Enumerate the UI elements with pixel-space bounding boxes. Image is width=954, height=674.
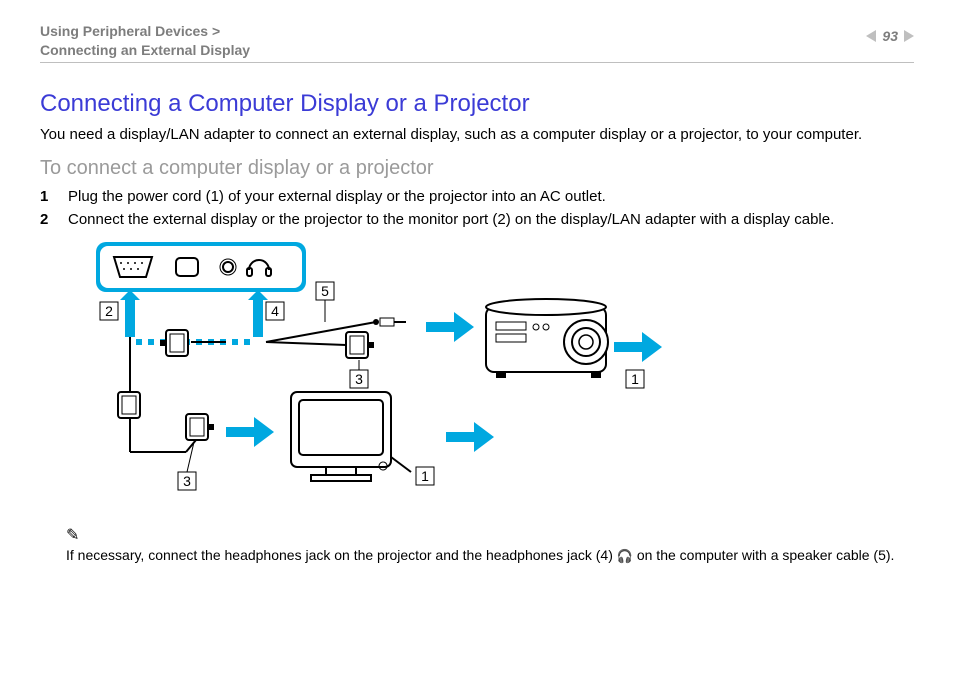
callout-1b: 1	[421, 468, 429, 484]
page-navigation: 93	[866, 28, 914, 44]
prev-page-icon[interactable]	[866, 30, 876, 42]
note-text-prefix: If necessary, connect the headphones jac…	[66, 547, 617, 563]
next-page-icon[interactable]	[904, 30, 914, 42]
callout-4: 4	[271, 303, 279, 319]
breadcrumb: Using Peripheral Devices > Connecting an…	[40, 22, 250, 60]
connection-diagram: 2 4 5	[66, 242, 914, 507]
step-number: 1	[40, 188, 54, 205]
step-text: Connect the external display or the proj…	[68, 211, 834, 228]
header-rule	[40, 62, 914, 63]
callout-1a: 1	[631, 371, 639, 387]
monitor-icon	[291, 392, 391, 481]
page-number: 93	[882, 28, 898, 44]
projector-icon	[486, 299, 608, 378]
page-header: Using Peripheral Devices > Connecting an…	[40, 22, 914, 60]
section-subtitle: To connect a computer display or a proje…	[40, 157, 914, 180]
callout-2: 2	[105, 303, 113, 319]
callout-5: 5	[321, 283, 329, 299]
step-item: 2 Connect the external display or the pr…	[40, 211, 914, 228]
footnote: ✎ If necessary, connect the headphones j…	[66, 525, 914, 564]
step-item: 1 Plug the power cord (1) of your extern…	[40, 188, 914, 205]
note-text-suffix: on the computer with a speaker cable (5)…	[633, 547, 894, 563]
section-intro: You need a display/LAN adapter to connec…	[40, 126, 914, 143]
breadcrumb-line-2: Connecting an External Display	[40, 42, 250, 58]
breadcrumb-line-1: Using Peripheral Devices >	[40, 23, 220, 39]
step-text: Plug the power cord (1) of your external…	[68, 188, 606, 205]
manual-page: Using Peripheral Devices > Connecting an…	[0, 0, 954, 674]
section-title: Connecting a Computer Display or a Proje…	[40, 90, 914, 118]
headphones-icon: 🎧	[617, 548, 633, 563]
callout-3a: 3	[355, 371, 363, 387]
callout-3b: 3	[183, 473, 191, 489]
step-number: 2	[40, 211, 54, 228]
step-list: 1 Plug the power cord (1) of your extern…	[40, 188, 914, 228]
pencil-icon: ✎	[66, 525, 914, 545]
content-area: Connecting a Computer Display or a Proje…	[40, 90, 914, 564]
